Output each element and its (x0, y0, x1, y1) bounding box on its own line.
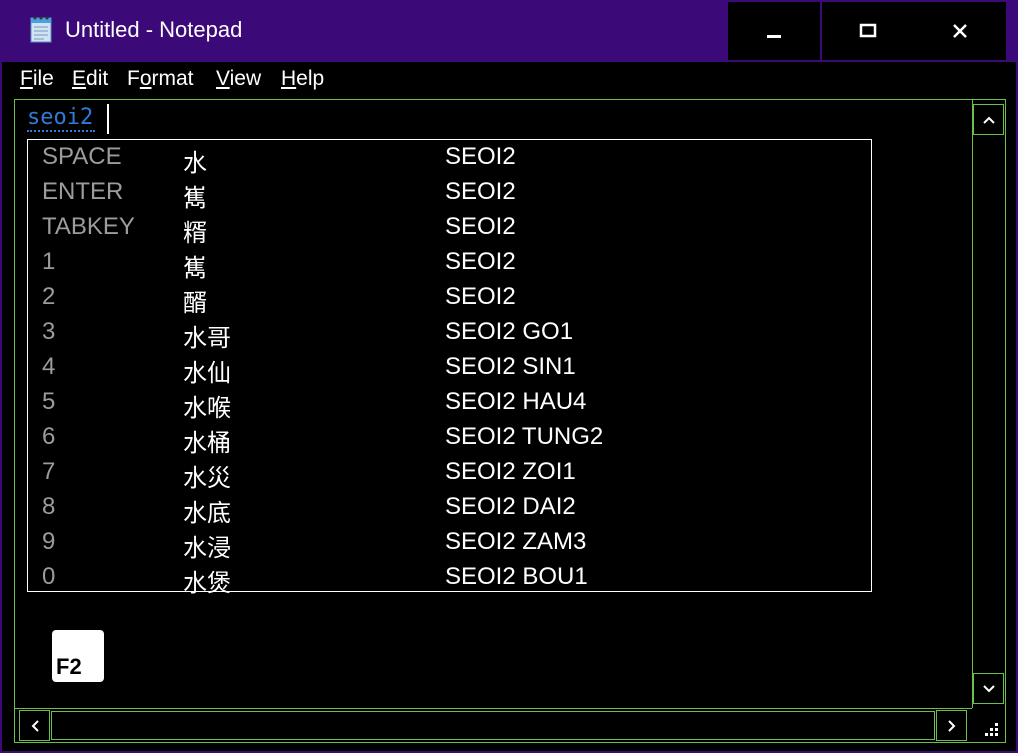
candidate-char: 嶲 (183, 254, 207, 282)
candidate-char: 水桶 (183, 429, 231, 457)
candidate-code: SEOI2 (445, 213, 516, 240)
candidate-code: SEOI2 ZAM3 (445, 528, 587, 555)
candidate-key: 1 (42, 248, 56, 275)
candidate-char: 水仙 (183, 359, 231, 387)
candidate-row[interactable]: 1 嶲 SEOI2 (28, 245, 871, 282)
menu-view[interactable]: View (216, 67, 261, 91)
menu-bar: File Edit Format View Help (2, 62, 1016, 99)
candidate-char: 水煲 (183, 569, 231, 597)
candidate-code: SEOI2 (445, 143, 516, 170)
candidate-char: 糈 (183, 219, 207, 247)
minimize-button[interactable] (728, 2, 820, 60)
candidate-code: SEOI2 (445, 283, 516, 310)
candidate-code: SEOI2 SIN1 (445, 353, 576, 380)
candidate-char: 嶲 (183, 184, 207, 212)
menu-help[interactable]: Help (281, 67, 324, 91)
candidate-code: SEOI2 TUNG2 (445, 423, 604, 450)
candidate-code: SEOI2 DAI2 (445, 493, 576, 520)
candidate-key: 2 (42, 283, 56, 310)
resize-grip-icon[interactable] (977, 715, 1001, 739)
menu-format[interactable]: Format (127, 67, 194, 91)
candidate-row[interactable]: 4 水仙 SEOI2 SIN1 (28, 350, 871, 387)
candidate-row[interactable]: ENTER 嶲 SEOI2 (28, 175, 871, 212)
candidate-row[interactable]: 2 醑 SEOI2 (28, 280, 871, 317)
candidate-key: 8 (42, 493, 56, 520)
candidate-row[interactable]: 7 水災 SEOI2 ZOI1 (28, 455, 871, 492)
candidate-code: SEOI2 HAU4 (445, 388, 587, 415)
candidate-row[interactable]: TABKEY 糈 SEOI2 (28, 210, 871, 247)
candidate-key: 5 (42, 388, 56, 415)
candidate-row[interactable]: 5 水喉 SEOI2 HAU4 (28, 385, 871, 422)
candidate-char: 水哥 (183, 324, 231, 352)
chevron-down-icon (982, 684, 995, 692)
candidate-char: 水災 (183, 464, 231, 492)
scroll-down-button[interactable] (973, 673, 1004, 704)
notepad-icon (30, 16, 52, 43)
menu-edit[interactable]: Edit (72, 67, 108, 91)
scroll-left-button[interactable] (19, 710, 50, 741)
horizontal-scroll-thumb[interactable] (51, 711, 935, 740)
candidate-key: 9 (42, 528, 56, 555)
candidate-char: 醑 (183, 289, 207, 317)
text-editor[interactable]: seoi2 SPACE 水 SEOI2 ENTER 嶲 SEOI2 TABKEY 糈 SEOI2… (14, 99, 1006, 743)
candidate-key: 4 (42, 353, 56, 380)
candidate-key: 7 (42, 458, 56, 485)
candidate-code: SEOI2 (445, 178, 516, 205)
maximize-icon (859, 23, 877, 38)
candidate-code: SEOI2 BOU1 (445, 563, 588, 590)
menu-file[interactable]: File (20, 67, 54, 91)
candidate-code: SEOI2 (445, 248, 516, 275)
candidate-char: 水喉 (183, 394, 231, 422)
vertical-scrollbar[interactable] (972, 100, 1005, 708)
ime-candidate-list: SPACE 水 SEOI2 ENTER 嶲 SEOI2 TABKEY 糈 SEOI2 1 嶲 SEOI… (27, 139, 872, 597)
minimize-icon (767, 35, 781, 38)
candidate-row[interactable]: 3 水哥 SEOI2 GO1 (28, 315, 871, 352)
chevron-up-icon (982, 116, 995, 124)
candidate-char: 水 (183, 149, 207, 177)
text-caret (107, 104, 109, 134)
window-title: Untitled - Notepad (65, 17, 243, 42)
candidate-key: 3 (42, 318, 56, 345)
candidate-key: TABKEY (42, 213, 135, 240)
candidate-key: 6 (42, 423, 56, 450)
candidate-row[interactable]: 0 水煲 SEOI2 BOU1 (28, 560, 871, 597)
maximize-button[interactable] (822, 2, 914, 60)
candidate-char: 水底 (183, 499, 231, 527)
chevron-right-icon (947, 719, 955, 732)
candidate-code: SEOI2 ZOI1 (445, 458, 576, 485)
scroll-up-button[interactable] (973, 104, 1004, 135)
horizontal-scrollbar[interactable] (15, 708, 972, 742)
ime-f2-badge: F2 (52, 630, 104, 682)
candidate-key: SPACE (42, 143, 122, 170)
candidate-row[interactable]: 8 水底 SEOI2 DAI2 (28, 490, 871, 527)
candidate-row[interactable]: 6 水桶 SEOI2 TUNG2 (28, 420, 871, 457)
candidate-row[interactable]: SPACE 水 SEOI2 (28, 140, 871, 177)
candidate-char: 水浸 (183, 534, 231, 562)
close-button[interactable] (914, 2, 1006, 60)
candidate-key: 0 (42, 563, 56, 590)
close-icon (953, 24, 967, 38)
ime-composition-text: seoi2 (27, 105, 96, 132)
candidate-key: ENTER (42, 178, 124, 205)
candidate-code: SEOI2 GO1 (445, 318, 574, 345)
title-bar[interactable]: Untitled - Notepad (2, 2, 1016, 62)
scroll-right-button[interactable] (936, 710, 967, 741)
notepad-window: Untitled - Notepad File Edit Format View… (0, 0, 1018, 753)
candidate-row[interactable]: 9 水浸 SEOI2 ZAM3 (28, 525, 871, 562)
chevron-left-icon (31, 719, 39, 732)
